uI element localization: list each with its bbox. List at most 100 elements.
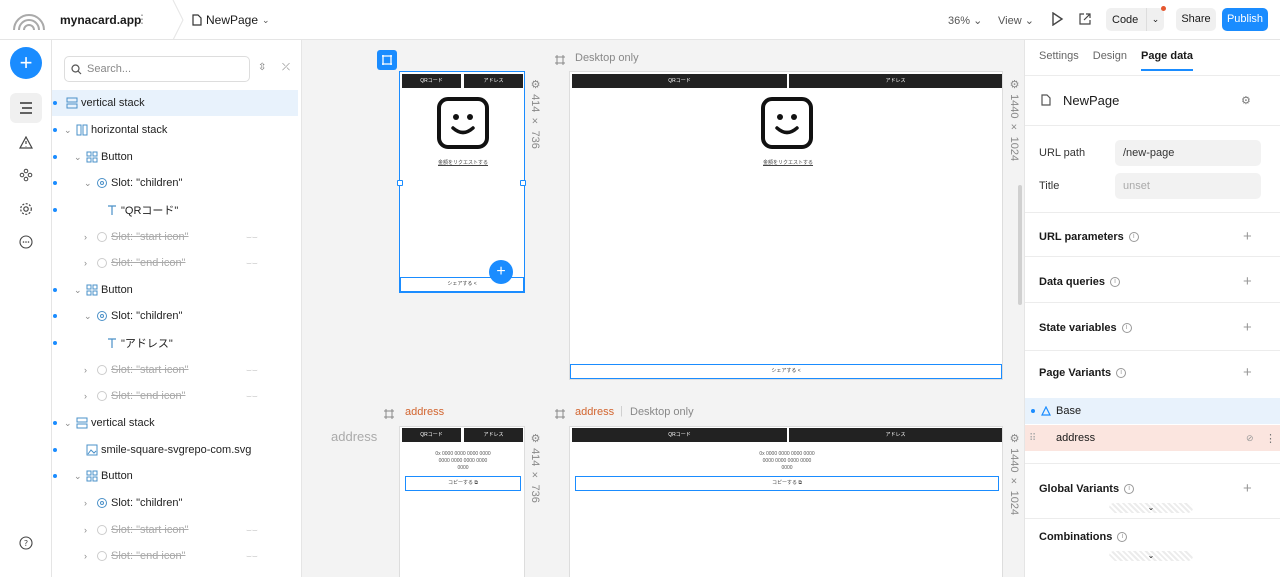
outline-tab[interactable]	[10, 93, 42, 123]
collapse-all-icon[interactable]: ⤫	[282, 62, 290, 73]
frame-select-icon[interactable]	[377, 50, 397, 70]
expand-global-variants[interactable]: ⌄	[1109, 503, 1193, 513]
variant-row-address[interactable]: ⠿ address ⊘ ⋮	[1025, 425, 1280, 451]
hidden-eye-icon[interactable]: ⌣⌣	[246, 525, 258, 536]
page-name-title[interactable]: NewPage	[1063, 93, 1119, 108]
tree-row[interactable]: ⌄ vertical stack	[52, 410, 298, 436]
qr-button[interactable]: QRコード	[402, 428, 461, 442]
frame-icon[interactable]	[554, 54, 566, 66]
hidden-eye-icon[interactable]: ⌣⌣	[246, 551, 258, 562]
app-logo-icon[interactable]	[12, 8, 46, 30]
tab-design[interactable]: Design	[1093, 50, 1127, 71]
tree-row[interactable]: ⌄ Button	[52, 463, 298, 489]
chevron-down-icon[interactable]: ⌄	[64, 418, 72, 429]
global-variants-section[interactable]: Global Variants i	[1039, 483, 1135, 495]
frame-icon[interactable]	[554, 408, 566, 420]
request-amount-link[interactable]: 金額をリクエストする	[438, 159, 488, 166]
chevron-right-icon[interactable]: ›	[84, 258, 87, 268]
desktop-frame-base[interactable]: QRコード アドレス 金額をリクエストする シェアする <	[569, 71, 1003, 380]
share-button[interactable]: Share	[1176, 8, 1216, 31]
tree-row[interactable]: › Slot: "end icon" ⌣⌣	[52, 543, 298, 569]
zoom-dropdown[interactable]: 36% ⌄	[948, 14, 982, 27]
tree-row[interactable]: ⌄ Slot: "children"	[52, 303, 298, 329]
share-button[interactable]: シェアする <	[570, 364, 1002, 379]
chevron-right-icon[interactable]: ›	[84, 551, 87, 561]
hidden-eye-icon[interactable]: ⌣⌣	[246, 232, 258, 243]
chevron-down-icon[interactable]: ⌄	[74, 285, 82, 296]
project-menu-icon[interactable]: ⋮	[136, 12, 148, 26]
tab-page-data[interactable]: Page data	[1141, 50, 1193, 71]
publish-button[interactable]: Publish	[1222, 8, 1268, 31]
state-variables-section[interactable]: State variables i	[1039, 322, 1132, 334]
frame-icon[interactable]	[383, 408, 395, 420]
tree-row[interactable]: ⌄ Button	[52, 144, 298, 170]
mobile-frame-base[interactable]: QRコード アドレス 金額をリクエストする + シェアする <	[397, 71, 526, 293]
address-button[interactable]: アドレス	[464, 428, 523, 442]
external-link-icon[interactable]	[1078, 12, 1092, 26]
hidden-eye-icon[interactable]: ⌣⌣	[246, 391, 258, 402]
chevron-down-icon[interactable]: ⌄	[74, 152, 82, 163]
combinations-section[interactable]: Combinations i	[1039, 531, 1128, 543]
tab-settings[interactable]: Settings	[1039, 50, 1079, 71]
tree-row[interactable]: "QRコード"	[52, 197, 298, 223]
info-icon[interactable]: i	[1124, 484, 1135, 494]
tree-row[interactable]: smile-square-svgrepo-com.svg	[52, 437, 298, 463]
chevron-right-icon[interactable]: ›	[84, 498, 87, 508]
data-queries-section[interactable]: Data queries i	[1039, 276, 1121, 288]
drag-handle-icon[interactable]: ⠿	[1029, 433, 1036, 444]
title-input[interactable]: unset	[1115, 173, 1261, 199]
settings-tab[interactable]	[10, 194, 42, 224]
code-dropdown-toggle[interactable]: ⌄	[1146, 6, 1166, 31]
chevron-down-icon[interactable]: ⌄	[84, 311, 92, 322]
chevron-right-icon[interactable]: ›	[84, 525, 87, 535]
mobile-frame-address[interactable]: QRコード アドレス 0x 0000 0000 0000 0000 0000 0…	[399, 426, 525, 577]
preview-play-icon[interactable]	[1050, 12, 1064, 26]
project-name[interactable]: mynacard.app	[60, 13, 141, 27]
tree-row[interactable]: ⌄ horizontal stack	[52, 117, 298, 143]
chevron-down-icon[interactable]: ⌄	[74, 471, 82, 482]
hidden-eye-icon[interactable]: ⌣⌣	[246, 258, 258, 269]
address-button[interactable]: アドレス	[789, 428, 1002, 442]
chevron-right-icon[interactable]: ›	[84, 365, 87, 375]
tree-search-input[interactable]: Search...	[64, 56, 250, 82]
add-page-variant-button[interactable]: +	[1243, 364, 1252, 381]
add-data-query-button[interactable]: +	[1243, 273, 1252, 290]
copy-button[interactable]: コピーする ⧉	[405, 476, 521, 491]
design-canvas[interactable]: Desktop only QRコード アドレス 金額をリクエストする + シェア…	[302, 40, 1024, 577]
add-element-button[interactable]: +	[10, 47, 42, 79]
expand-combinations[interactable]: ⌄	[1109, 551, 1193, 561]
hidden-eye-icon[interactable]: ⌣⌣	[246, 365, 258, 376]
tree-row[interactable]: › Slot: "start icon" ⌣⌣	[52, 517, 298, 543]
info-icon[interactable]: i	[1121, 323, 1132, 333]
add-state-variable-button[interactable]: +	[1243, 319, 1252, 336]
url-path-input[interactable]: /new-page	[1115, 140, 1261, 166]
more-tab[interactable]	[10, 227, 42, 257]
help-icon[interactable]: ?	[19, 536, 33, 550]
desktop-frame-address[interactable]: QRコード アドレス 0x 0000 0000 0000 0000 0000 0…	[569, 426, 1003, 577]
tree-row[interactable]: › Slot: "children"	[52, 490, 298, 516]
address-button[interactable]: アドレス	[464, 74, 523, 88]
chevron-down-icon[interactable]: ⌄	[64, 125, 72, 136]
resize-handle-right[interactable]	[520, 180, 526, 186]
canvas-scrollbar[interactable]	[1018, 185, 1022, 305]
chevron-right-icon[interactable]: ›	[84, 232, 87, 242]
warnings-tab[interactable]	[10, 127, 42, 157]
page-selector[interactable]: NewPage ⌄	[192, 13, 270, 27]
tree-row[interactable]: vertical stack	[52, 90, 298, 116]
share-button[interactable]: シェアする <	[400, 277, 524, 292]
gear-icon[interactable]: ⚙	[1241, 94, 1251, 107]
code-button[interactable]: Code ⌄	[1106, 6, 1166, 31]
address-button[interactable]: アドレス	[789, 74, 1002, 88]
page-variants-section[interactable]: Page Variants i	[1039, 367, 1127, 379]
tree-row[interactable]: › Slot: "start icon" ⌣⌣	[52, 224, 298, 250]
hide-eye-icon[interactable]: ⊘	[1246, 433, 1254, 444]
tree-row[interactable]: "アドレス"	[52, 330, 298, 356]
copy-button[interactable]: コピーする ⧉	[575, 476, 999, 491]
info-icon[interactable]: i	[1117, 532, 1128, 542]
add-url-parameter-button[interactable]: +	[1243, 228, 1252, 245]
collapse-expand-icon[interactable]: ⇳	[258, 62, 266, 73]
chevron-right-icon[interactable]: ›	[84, 391, 87, 401]
info-icon[interactable]: i	[1116, 368, 1127, 378]
tree-row[interactable]: ⌄ Button	[52, 277, 298, 303]
variant-row-base[interactable]: Base	[1025, 398, 1280, 424]
